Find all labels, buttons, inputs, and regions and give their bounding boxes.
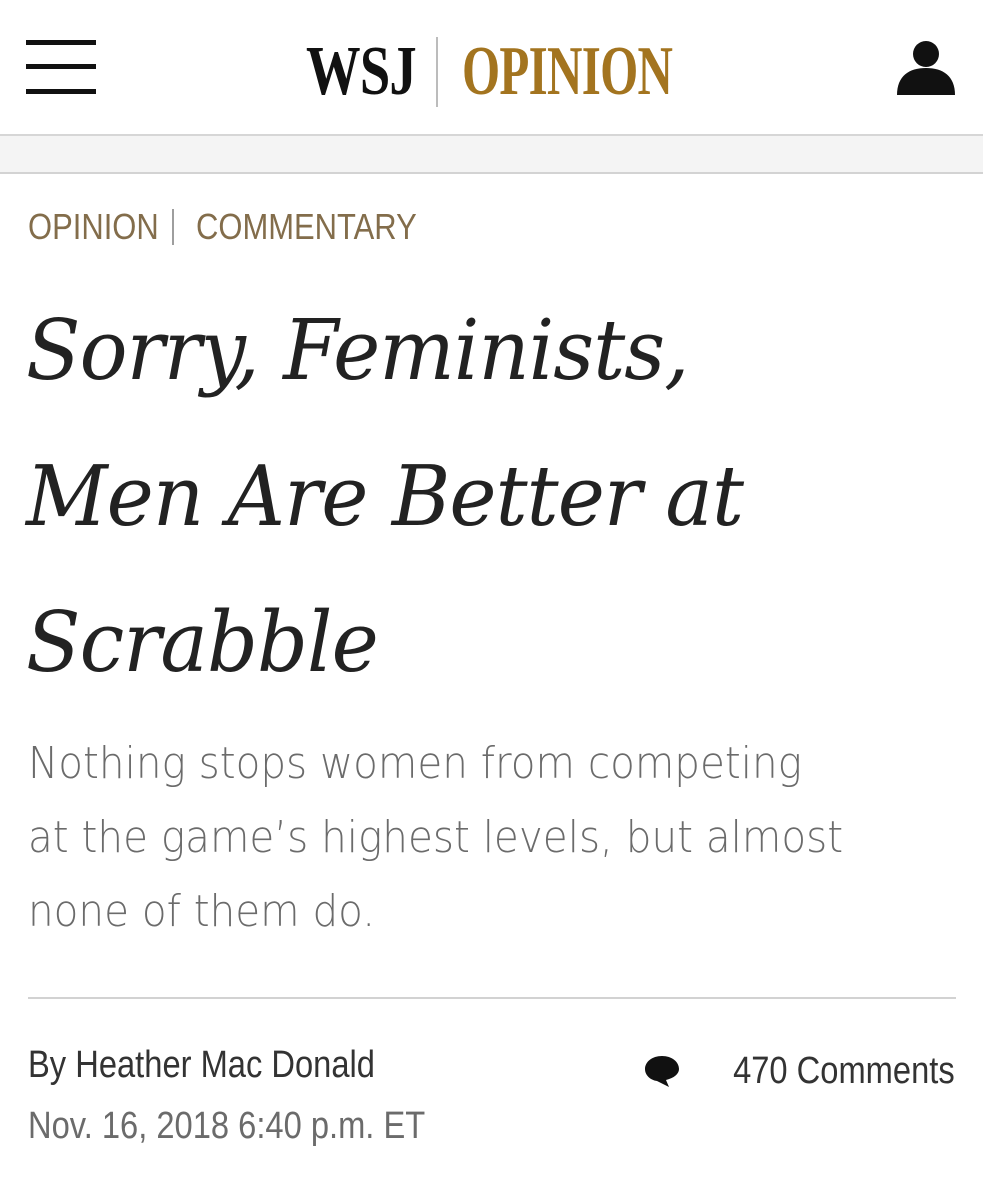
dek-line: Nothing stops women from competing — [28, 738, 802, 789]
user-account-icon[interactable] — [895, 40, 957, 96]
headline-line: Scrabble — [26, 594, 379, 691]
logo-divider — [436, 37, 438, 107]
headline-line: Sorry, Feminists, — [26, 302, 690, 399]
ad-strip — [0, 136, 983, 174]
breadcrumb: OPINION COMMENTARY — [28, 205, 453, 249]
comments-link[interactable]: 470 Comments — [643, 1046, 955, 1096]
hamburger-menu-icon[interactable] — [26, 40, 96, 96]
top-nav-bar: WSJ OPINION — [0, 0, 983, 136]
user-silhouette-icon — [897, 41, 955, 95]
headline-line: Men Are Better at — [26, 448, 744, 545]
article-dek: Nothing stops women from competing at th… — [28, 727, 968, 949]
menu-bar-middle — [26, 64, 96, 69]
byline: By Heather Mac Donald — [28, 1044, 431, 1087]
section-divider — [28, 997, 956, 999]
menu-bar-bottom — [26, 89, 96, 94]
breadcrumb-commentary-link[interactable]: COMMENTARY — [196, 206, 417, 248]
author-link[interactable]: Heather Mac Donald — [75, 1044, 375, 1086]
dek-line: none of them do. — [28, 886, 376, 937]
dek-line: at the game’s highest levels, but almost — [28, 812, 844, 863]
speech-bubble-icon — [645, 1056, 680, 1087]
wsj-opinion-logo[interactable]: WSJ OPINION — [306, 34, 762, 110]
logo-wsj-text: WSJ — [306, 33, 417, 110]
logo-section-text: OPINION — [462, 33, 673, 110]
breadcrumb-separator — [172, 209, 174, 245]
byline-prefix: By — [28, 1044, 67, 1086]
timestamp-text: Nov. 16, 2018 6:40 p.m. ET — [28, 1105, 426, 1147]
breadcrumb-opinion-link[interactable]: OPINION — [28, 206, 159, 248]
menu-bar-top — [26, 40, 96, 45]
comments-count: 470 Comments — [733, 1049, 955, 1092]
publish-timestamp: Nov. 16, 2018 6:40 p.m. ET — [28, 1105, 490, 1148]
article-headline: Sorry, Feminists, Men Are Better at Scra… — [26, 278, 966, 716]
